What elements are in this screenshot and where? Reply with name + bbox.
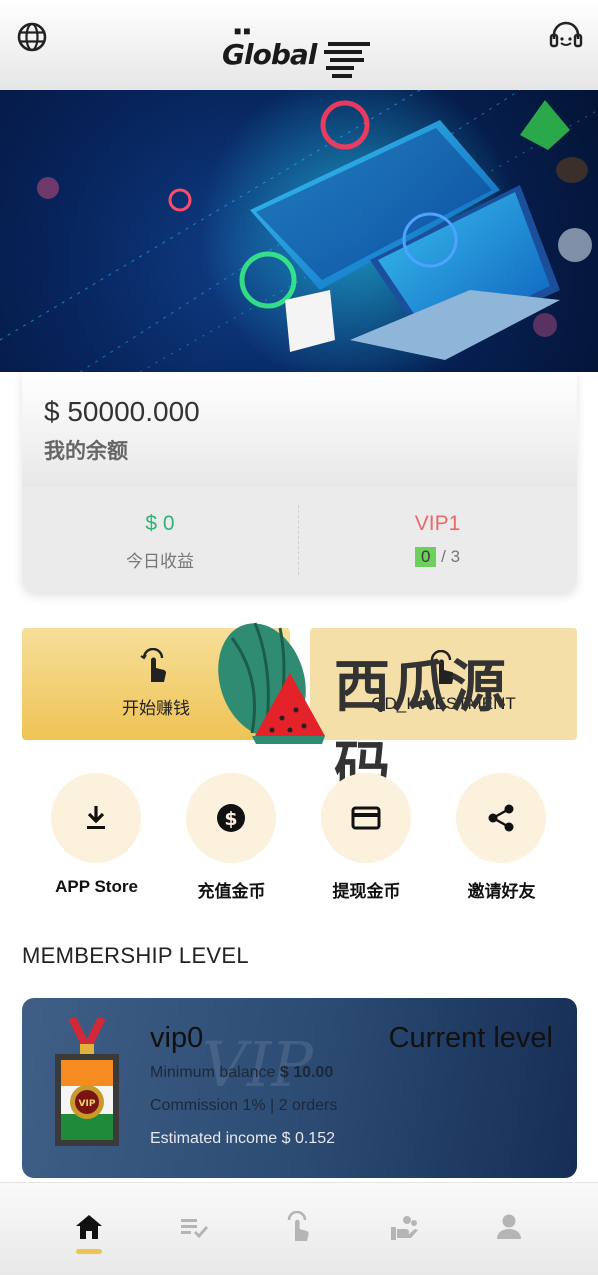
membership-card[interactable]: VIP VIP vip0 Current level Minimum balan… [22, 998, 577, 1178]
minimum-balance: Minimum balance $ 10.00 [150, 1064, 333, 1082]
today-income-label: 今日收益 [126, 552, 194, 571]
badge-text: VIP [79, 1099, 96, 1109]
logo-dots: ■■ [234, 24, 253, 38]
balance-amount: $ 50000.000 [44, 396, 200, 427]
bottom-navigation [0, 1182, 598, 1275]
today-income-amount: $ 0 [145, 512, 175, 535]
app-logo: ■■ Global [222, 22, 374, 82]
quick-link-label: 邀请好友 [467, 882, 536, 901]
task-list-icon [181, 1219, 209, 1239]
hand-coins-icon [391, 1216, 418, 1240]
quick-link-label: 提现金币 [332, 882, 401, 901]
nav-home[interactable] [69, 1207, 109, 1247]
nav-records[interactable] [384, 1207, 424, 1247]
quick-link-circle [321, 773, 411, 863]
svg-text:$: $ [224, 808, 237, 830]
nav-tasks[interactable] [174, 1207, 214, 1247]
balance-summary: $ 50000.000 我的余额 [22, 372, 577, 487]
logo-text: Global [222, 38, 317, 71]
tap-hand-icon [140, 648, 167, 682]
vip-progress-total: / 3 [441, 547, 461, 566]
watermelon-icon [218, 622, 325, 744]
download-icon [87, 806, 105, 829]
top-bar: ■■ Global [0, 0, 598, 90]
watermark-overlay: 西瓜源码 [210, 618, 550, 801]
quick-link-circle [456, 773, 546, 863]
commission-info: Commission 1% | 2 orders [150, 1097, 338, 1114]
nav-earn[interactable] [279, 1207, 319, 1247]
person-icon [497, 1214, 521, 1239]
active-tab-indicator [76, 1249, 102, 1254]
tap-hand-icon [287, 1211, 309, 1241]
quick-link-circle: $ [186, 773, 276, 863]
quick-link-circle [51, 773, 141, 863]
promo-banner[interactable] [0, 90, 598, 372]
quick-link-invite[interactable]: 邀请好友 [434, 773, 569, 903]
dollar-coin-icon: $ [217, 804, 245, 832]
banner-illustration [0, 90, 598, 372]
balance-stats: $ 0 今日收益 VIP1 0 / 3 [22, 487, 577, 592]
quick-link-app-store[interactable]: APP Store [29, 773, 164, 903]
vip-progress: 0 / 3 [298, 547, 577, 567]
quick-link-label: APP Store [55, 877, 138, 896]
nav-profile[interactable] [489, 1207, 529, 1247]
headset-icon[interactable] [548, 19, 584, 53]
balance-label: 我的余额 [44, 440, 128, 463]
share-icon [488, 804, 514, 832]
vip-badge-icon: VIP [55, 1018, 119, 1146]
quick-link-withdraw[interactable]: 提现金币 [299, 773, 434, 903]
current-level-label: Current level [388, 1022, 553, 1054]
balance-card: $ 50000.000 我的余额 $ 0 今日收益 VIP1 0 / 3 [22, 372, 577, 592]
minimum-balance-value: $ 10.00 [279, 1064, 334, 1081]
logo-speed-lines-icon [324, 42, 370, 78]
vip-progress-current: 0 [414, 547, 437, 567]
credit-card-icon [351, 806, 381, 830]
section-title: MEMBERSHIP LEVEL [22, 943, 249, 968]
quick-link-label: 充值金币 [197, 882, 266, 901]
estimated-income: Estimated income $ 0.152 [150, 1130, 335, 1147]
vip-level-name: VIP1 [414, 512, 461, 535]
home-icon [76, 1215, 102, 1239]
minimum-balance-label: Minimum balance [150, 1064, 276, 1081]
membership-level-name: vip0 [150, 1022, 204, 1054]
quick-link-recharge[interactable]: $ 充值金币 [164, 773, 299, 903]
globe-icon[interactable] [15, 20, 49, 54]
